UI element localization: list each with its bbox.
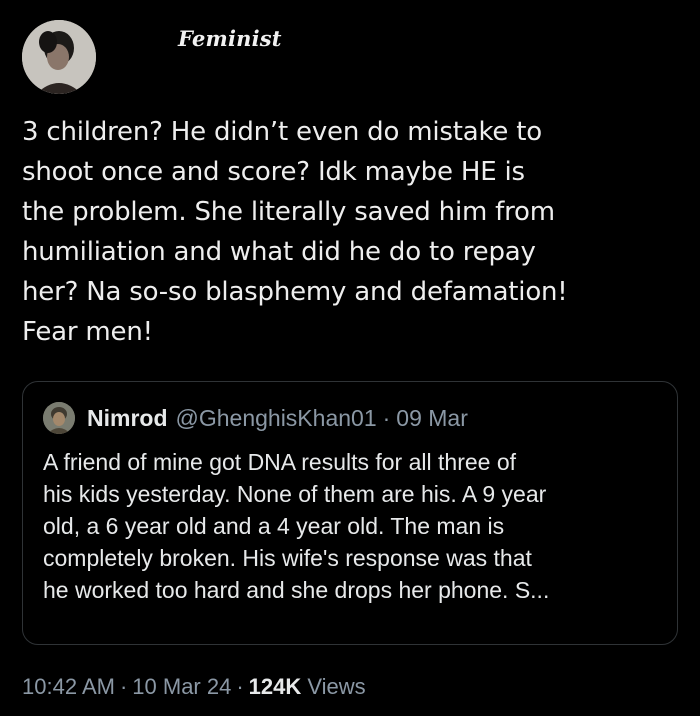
quoted-tweet-date[interactable]: 09 Mar bbox=[396, 405, 468, 432]
views-count: 124K bbox=[248, 674, 302, 699]
tweet-text-line: humiliation and what did he do to repay bbox=[22, 237, 536, 267]
quoted-tweet-text: A friend of mine got DNA results for all… bbox=[43, 446, 663, 606]
separator-dot: · bbox=[236, 674, 244, 699]
tweet-text-line: the problem. She literally saved him fro… bbox=[22, 197, 555, 227]
quoted-author-avatar[interactable] bbox=[43, 402, 75, 434]
tweet-card: Feminist 3 children? He didn’t even do m… bbox=[0, 0, 700, 716]
tweet-time[interactable]: 10:42 AM bbox=[22, 674, 115, 699]
tweet-text: 3 children? He didn’t even do mistake to… bbox=[22, 112, 682, 352]
tweet-text-line: shoot once and score? Idk maybe HE is bbox=[22, 157, 525, 187]
quoted-text-line: A friend of mine got DNA results for all… bbox=[43, 449, 517, 475]
tweet-date[interactable]: 10 Mar 24 bbox=[132, 674, 231, 699]
quoted-text-line: he worked too hard and she drops her pho… bbox=[43, 577, 550, 603]
tweet-meta: 10:42 AM · 10 Mar 24 · 124K Views bbox=[22, 674, 366, 700]
tweet-text-line: her? Na so-so blasphemy and defamation! bbox=[22, 277, 568, 307]
quoted-text-line: old, a 6 year old and a 4 year old. The … bbox=[43, 513, 505, 539]
quoted-text-line: his kids yesterday. None of them are his… bbox=[43, 481, 547, 507]
author-avatar[interactable] bbox=[22, 20, 96, 94]
quoted-tweet-header: Nimrod @GhenghisKhan01 · 09 Mar bbox=[43, 400, 468, 436]
tweet-text-line: 3 children? He didn’t even do mistake to bbox=[22, 117, 542, 147]
quoted-text-line: completely broken. His wife's response w… bbox=[43, 545, 532, 571]
author-name[interactable]: Feminist bbox=[178, 26, 282, 51]
separator-dot: · bbox=[382, 404, 391, 431]
quoted-author-handle[interactable]: @GhenghisKhan01 bbox=[176, 405, 377, 432]
tweet-text-line: Fear men! bbox=[22, 317, 153, 347]
views-label: Views bbox=[307, 674, 366, 699]
separator-dot: · bbox=[119, 674, 128, 699]
quoted-tweet-card[interactable]: Nimrod @GhenghisKhan01 · 09 Mar A friend… bbox=[22, 381, 678, 645]
quoted-author-name[interactable]: Nimrod bbox=[87, 405, 168, 432]
